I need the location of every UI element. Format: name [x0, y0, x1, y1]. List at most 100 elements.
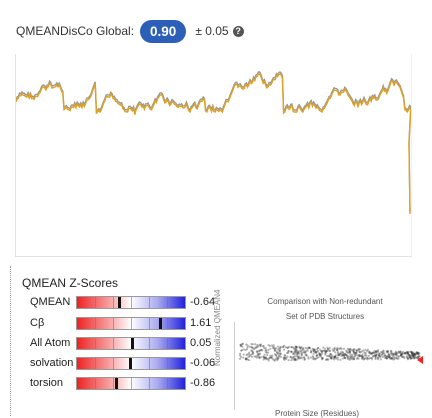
comparison-point [379, 351, 382, 354]
comparison-point [294, 350, 297, 354]
comparison-point [258, 356, 261, 359]
comparison-point [292, 358, 295, 361]
comparison-point [292, 353, 295, 356]
comparison-point [354, 351, 358, 354]
comparison-point [308, 346, 311, 349]
zscore-gridline [95, 317, 96, 329]
comparison-point [279, 348, 282, 351]
zscore-gridline [113, 337, 114, 349]
comparison-point [349, 355, 352, 359]
comparison-point [259, 343, 263, 346]
zscore-value: -0.06 [190, 357, 216, 369]
comparison-point [388, 357, 391, 360]
zscore-bar [76, 356, 186, 370]
comparison-point [406, 358, 410, 361]
comparison-point [346, 356, 350, 359]
comparison-point [242, 348, 246, 351]
comparison-point [251, 351, 254, 354]
comparison-point [332, 349, 335, 353]
comparison-point [309, 350, 313, 354]
comparison-point [277, 357, 280, 360]
zscore-row-cbeta: Cβ 1.61 [30, 316, 211, 330]
comparison-point [358, 348, 362, 351]
comparison-point [290, 359, 293, 362]
comparison-point [294, 345, 297, 348]
comparison-point [405, 356, 408, 359]
comparison-point [322, 346, 325, 349]
global-score-label: QMEANDisCo Global: [16, 24, 135, 38]
zscore-bar [76, 295, 186, 309]
comparison-scatter-svg [238, 342, 423, 364]
comparison-point [352, 358, 355, 361]
comparison-point [367, 354, 370, 357]
comparison-point [328, 349, 332, 353]
comparison-point [242, 356, 245, 359]
comparison-point [297, 357, 300, 360]
zscore-gridline [167, 337, 168, 349]
zscore-gridline [167, 377, 168, 389]
zscore-row-allatom: All Atom 0.05 [30, 336, 211, 350]
comparison-point [266, 353, 269, 357]
comparison-point [347, 351, 350, 354]
comparison-point [309, 356, 313, 359]
help-icon[interactable]: ? [232, 25, 244, 37]
comparison-point [324, 352, 327, 355]
comparison-point [391, 352, 395, 355]
comparison-point [304, 346, 307, 350]
comparison-title-line1: Comparison with Non-redundant [267, 297, 383, 306]
comparison-point [389, 353, 393, 356]
zscore-gridline [149, 317, 150, 329]
comparison-point [336, 351, 339, 355]
zscore-gridline [131, 296, 132, 308]
comparison-point [306, 349, 309, 352]
zscore-value: -0.64 [190, 296, 216, 308]
comparison-point [321, 357, 324, 360]
comparison-point [239, 344, 242, 347]
comparison-point [399, 354, 403, 357]
comparison-point [319, 348, 322, 352]
comparison-point [346, 347, 350, 351]
comparison-point [371, 355, 375, 358]
zscore-row-solvation: solvation -0.06 [30, 356, 215, 370]
comparison-point [258, 352, 261, 356]
comparison-point [258, 349, 261, 353]
comparison-point [345, 349, 348, 352]
zscore-label: QMEAN [30, 296, 71, 308]
zscore-label: Cβ [30, 317, 45, 329]
comparison-point [405, 351, 408, 354]
comparison-point [363, 351, 366, 354]
comparison-point [325, 350, 328, 353]
zscore-marker [158, 317, 162, 329]
zscore-label: torsion [30, 377, 64, 389]
comparison-point [241, 342, 244, 346]
global-score-error: ± 0.05 [195, 24, 229, 38]
comparison-point [277, 345, 280, 348]
comparison-point [381, 355, 384, 359]
comparison-point [342, 347, 346, 350]
zscore-row-torsion: torsion -0.86 [30, 376, 215, 390]
comparison-point [363, 357, 366, 361]
comparison-point [353, 354, 357, 357]
comparison-point [336, 348, 339, 352]
comparison-point [324, 358, 328, 362]
comparison-point [276, 359, 279, 362]
comparison-plot: Normalized QMEAN4 Protein Size (Residues… [213, 290, 423, 418]
comparison-point [393, 358, 396, 361]
comparison-point [295, 355, 299, 358]
comparison-xlabel: Protein Size (Residues) [275, 409, 360, 418]
comparison-point [317, 356, 320, 359]
comparison-point [304, 350, 307, 354]
comparison-point [257, 344, 260, 348]
comparison-point [255, 350, 258, 353]
comparison-point [397, 355, 401, 358]
comparison-point [315, 354, 318, 358]
comparison-point [385, 351, 388, 354]
zscore-value: 0.05 [190, 337, 212, 349]
comparison-point [289, 355, 292, 359]
local-quality-line [16, 73, 411, 215]
comparison-point [238, 354, 242, 357]
comparison-point [283, 358, 286, 361]
comparison-point [369, 352, 372, 355]
zscore-gridline [149, 377, 150, 389]
comparison-point [352, 351, 356, 354]
